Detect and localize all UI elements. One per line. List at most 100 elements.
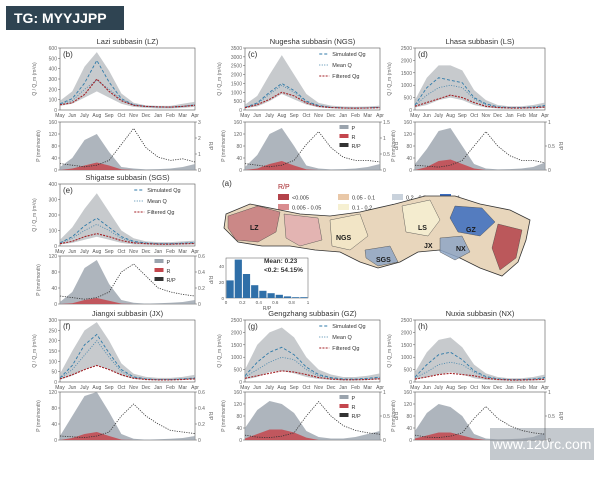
month-label: Aug	[446, 113, 455, 119]
map-legend-swatch	[278, 204, 289, 210]
legend-entry: Simulated Qg	[147, 188, 180, 194]
legend-entry: Mean Q	[147, 199, 167, 205]
lower-y-tick-label: 40	[406, 156, 412, 162]
month-label: Dec	[493, 385, 502, 391]
month-label: Nov	[129, 385, 138, 391]
uncertainty-band	[60, 52, 195, 109]
month-label: Nov	[481, 385, 490, 391]
month-label: Aug	[277, 385, 286, 391]
y-tick-label: 3000	[231, 55, 242, 61]
panel-label: (f)	[63, 322, 71, 331]
month-label: Jun	[68, 249, 76, 255]
legend-swatch	[339, 413, 349, 417]
histogram-bar	[242, 274, 251, 298]
panel-label: (c)	[248, 50, 258, 59]
uncertainty-band	[60, 193, 195, 246]
histogram-bar	[267, 293, 275, 298]
month-label: Nov	[129, 113, 138, 119]
lower-y-axis-label: P (mm/month)	[221, 400, 227, 432]
month-label: Dec	[141, 385, 150, 391]
y-axis-label: Q / Q_m (m³/s)	[387, 334, 393, 368]
lower-y-tick-label: 80	[236, 414, 242, 420]
y-tick-label: 500	[404, 368, 413, 374]
month-label: July	[434, 113, 443, 119]
histogram-bar	[259, 290, 267, 298]
month-label: July	[265, 113, 274, 119]
y-tick-label: 500	[234, 368, 243, 374]
month-label: July	[434, 385, 443, 391]
lower-y-tick-label: 160	[404, 390, 413, 396]
month-label: Feb	[166, 385, 175, 391]
month-label: Oct	[302, 385, 310, 391]
y-tick-label: 50	[51, 370, 57, 376]
month-label: Jan	[154, 113, 162, 119]
month-label: Aug	[277, 113, 286, 119]
y-tick-label: 1500	[401, 71, 412, 77]
panel-label: (b)	[63, 50, 73, 59]
histogram-bar	[251, 285, 259, 298]
panel-c: Nugesha subbasin (NGS) (c) 0 500 1000 1500 200…	[217, 37, 398, 174]
month-label: Aug	[92, 249, 101, 255]
y-tick-label: 100	[49, 359, 58, 365]
month-label: Apr	[541, 113, 549, 119]
histogram-x-tick: 0.6	[272, 300, 279, 305]
panel-title: Jiangxi subbasin (JX)	[92, 309, 164, 318]
y-tick-label: 2500	[401, 318, 412, 324]
rp-tick-label: 1	[383, 390, 386, 396]
lower-y-tick-label: 160	[234, 390, 243, 396]
y-tick-label: 2000	[401, 330, 412, 336]
y-tick-label: 500	[404, 96, 413, 102]
y-tick-label: 1500	[401, 343, 412, 349]
month-label: Jan	[339, 385, 347, 391]
panel-e: Shigatse subbasin (SGS)(e)0100200300400Q…	[32, 173, 213, 308]
panel-title: Nuxia subbasin (NX)	[446, 309, 515, 318]
y-tick-label: 300	[49, 77, 58, 83]
panel-title: Lazi subbasin (LZ)	[97, 37, 159, 46]
rp-tick-label: 0.5	[383, 414, 390, 420]
y-tick-label: 3500	[231, 46, 242, 52]
lower-y-tick-label: 160	[234, 120, 243, 126]
y-tick-label: 1000	[401, 83, 412, 89]
basin-label: NX	[456, 246, 466, 253]
legend-swatch	[339, 395, 349, 399]
histogram-bar	[226, 280, 234, 298]
y-tick-label: 2500	[231, 64, 242, 70]
histogram-share: <0.2: 54.15%	[264, 267, 303, 274]
rp-tick-label: 0	[198, 438, 201, 444]
y-tick-label: 500	[234, 99, 243, 105]
lower-y-tick-label: 40	[406, 426, 412, 432]
month-label: Mar	[178, 385, 187, 391]
legend-entry: Filtered Qg	[332, 74, 359, 80]
lower-y-axis-label: P (mm/month)	[36, 130, 42, 162]
month-label: Oct	[117, 385, 125, 391]
month-label: Sep	[458, 113, 467, 119]
uncertainty-band	[245, 327, 380, 381]
lower-y-tick-label: 120	[234, 132, 243, 138]
histogram-x-tick: 0	[225, 300, 228, 305]
rp-tick-label: 0.2	[198, 422, 205, 428]
month-label: Jan	[506, 385, 514, 391]
panel-label: (d)	[418, 50, 428, 59]
lower-y-tick-label: 80	[406, 414, 412, 420]
rp-tick-label: 0.6	[198, 254, 205, 260]
rp-tick-label: 0	[198, 168, 201, 174]
figure-canvas: Lazi subbasin (LZ)(b)0100200300400500600…	[32, 37, 563, 444]
y-tick-label: 1500	[231, 343, 242, 349]
lower-y-tick-label: 160	[404, 120, 413, 126]
lower-y-tick-label: 0	[54, 438, 57, 444]
legend-swatch	[154, 268, 164, 272]
uncertainty-band	[245, 55, 380, 109]
legend-entry: R/P	[352, 144, 362, 150]
lower-y-tick-label: 40	[51, 156, 57, 162]
month-label: Apr	[191, 113, 199, 119]
month-label: Aug	[446, 385, 455, 391]
histogram-bar	[300, 297, 308, 298]
y-tick-label: 2000	[231, 73, 242, 79]
month-label: Jun	[423, 113, 431, 119]
month-label: Mar	[529, 113, 538, 119]
legend-entry: P	[352, 126, 356, 132]
y-tick-label: 1000	[401, 355, 412, 361]
map-legend-title: R/P	[278, 184, 290, 191]
panel-f: Jiangxi subbasin (JX) (f) 0 50 100 150 200 250 3…	[32, 309, 213, 444]
legend-entry: R	[352, 405, 356, 411]
